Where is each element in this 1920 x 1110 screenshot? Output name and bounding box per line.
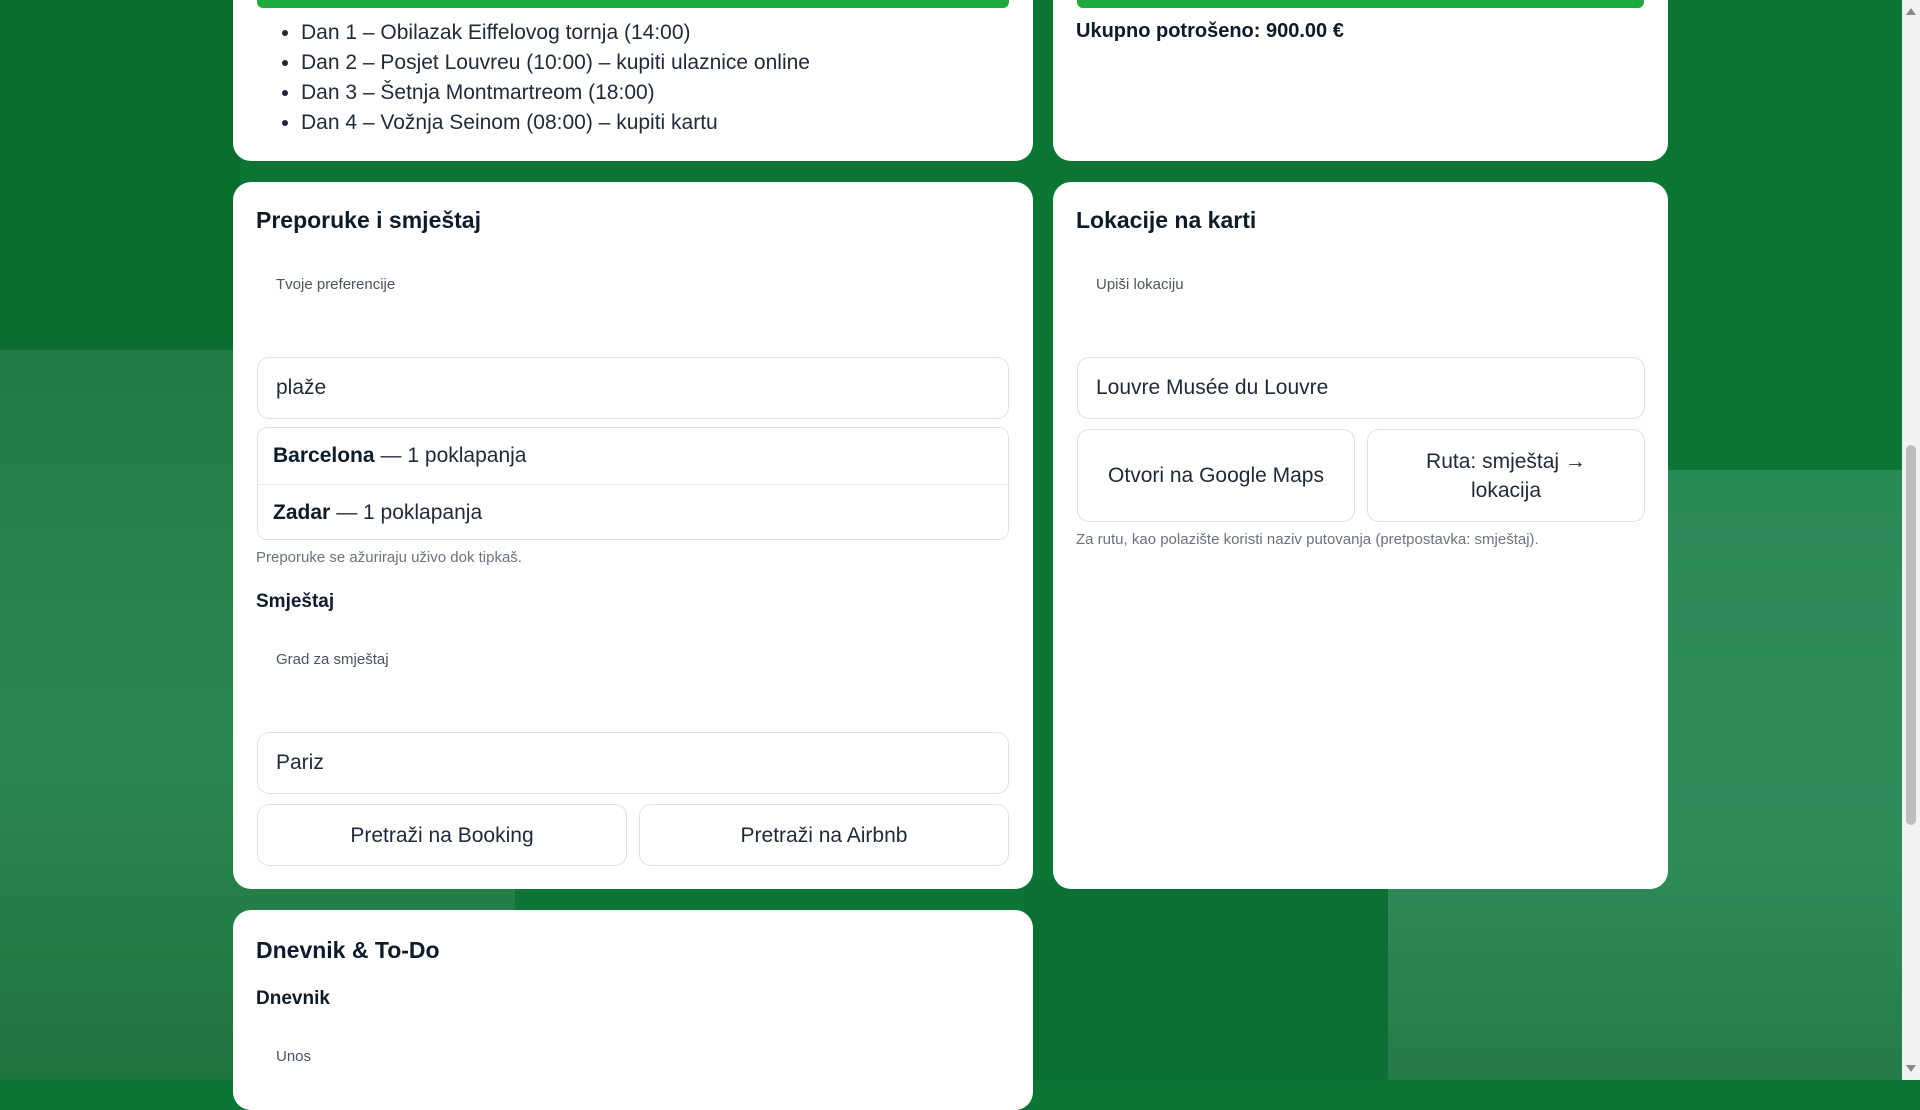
scroll-up-arrow-icon[interactable]	[1906, 8, 1916, 15]
diary-title: Dnevnik	[256, 988, 330, 1009]
booking-search-button[interactable]: Pretraži na Booking	[257, 804, 627, 866]
result-city: Barcelona	[273, 444, 375, 467]
location-input[interactable]: Louvre Musée du Louvre	[1077, 357, 1645, 419]
city-label: Grad za smještaj	[276, 651, 389, 668]
journal-card: Dnevnik & To-Do Dnevnik Unos	[233, 910, 1033, 1110]
background-shade	[1024, 880, 1388, 1080]
route-button[interactable]: Ruta: smještaj → lokacija	[1367, 429, 1645, 522]
google-maps-button[interactable]: Otvori na Google Maps	[1077, 429, 1355, 522]
scroll-down-arrow-icon[interactable]	[1906, 1065, 1916, 1072]
card-title: Preporuke i smještaj	[256, 207, 481, 233]
scrollbar[interactable]	[1902, 0, 1920, 1080]
itinerary-list: Dan 1 – Obilazak Eiffelovog tornja (14:0…	[279, 18, 810, 138]
card-title: Dnevnik & To-Do	[256, 937, 440, 963]
route-hint: Za rutu, kao polazište koristi naziv put…	[1076, 531, 1539, 548]
map-card: Lokacije na karti Upiši lokaciju Louvre …	[1053, 182, 1668, 889]
list-item: Dan 3 – Šetnja Montmartreom (18:00)	[301, 78, 810, 108]
list-item: Dan 2 – Posjet Louvreu (10:00) – kupiti …	[301, 48, 810, 78]
city-input[interactable]: Pariz	[257, 732, 1009, 794]
budget-card: Ukupno potrošeno: 900.00 €	[1053, 0, 1668, 161]
recommendations-card: Preporuke i smještaj Tvoje preferencije …	[233, 182, 1033, 889]
accommodation-title: Smještaj	[256, 591, 335, 612]
result-matches: — 1 poklapanja	[336, 500, 483, 524]
accent-strip	[1077, 0, 1644, 8]
accent-strip	[257, 0, 1009, 8]
result-city: Zadar	[273, 500, 331, 524]
list-item[interactable]: Barcelona — 1 poklapanja	[258, 428, 1008, 484]
location-label: Upiši lokaciju	[1096, 276, 1184, 293]
list-item[interactable]: Zadar — 1 poklapanja	[258, 484, 1008, 539]
recommendation-results: Barcelona — 1 poklapanja Zadar — 1 pokla…	[257, 427, 1009, 540]
total-spent: Ukupno potrošeno: 900.00 €	[1076, 20, 1344, 42]
airbnb-search-button[interactable]: Pretraži na Airbnb	[639, 804, 1009, 866]
list-item: Dan 1 – Obilazak Eiffelovog tornja (14:0…	[301, 18, 810, 48]
preferences-input[interactable]: plaže	[257, 357, 1009, 419]
scrollbar-thumb[interactable]	[1906, 445, 1916, 825]
card-title: Lokacije na karti	[1076, 207, 1257, 233]
list-item: Dan 4 – Vožnja Seinom (08:00) – kupiti k…	[301, 108, 810, 138]
result-matches: — 1 poklapanja	[380, 444, 527, 467]
entry-label: Unos	[276, 1048, 312, 1065]
plan-card: Dan 1 – Obilazak Eiffelovog tornja (14:0…	[233, 0, 1033, 161]
preferences-label: Tvoje preferencije	[276, 276, 396, 293]
recommendations-hint: Preporuke se ažuriraju uživo dok tipkaš.	[256, 549, 522, 566]
